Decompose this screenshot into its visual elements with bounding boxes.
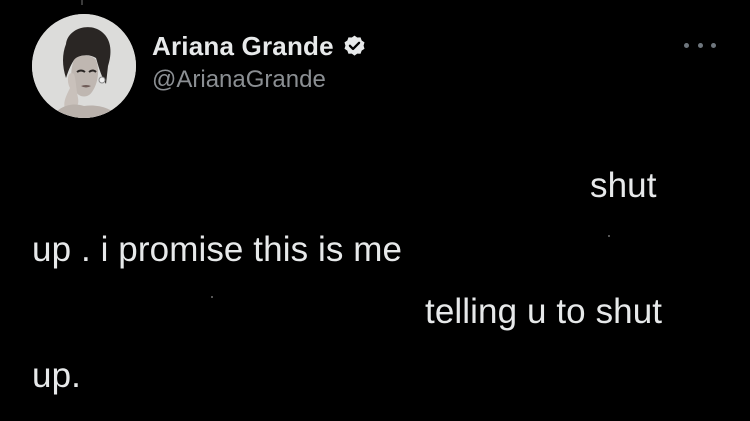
tweet: Ariana Grande @ArianaGrande shut up . i … bbox=[0, 0, 750, 421]
avatar[interactable] bbox=[32, 14, 136, 118]
tweet-text-line: up. bbox=[32, 356, 81, 395]
speck bbox=[608, 235, 610, 237]
tweet-text-line: up . i promise this is me bbox=[32, 230, 403, 269]
user-handle[interactable]: @ArianaGrande bbox=[152, 66, 367, 94]
verified-badge-icon bbox=[342, 34, 367, 59]
speck bbox=[211, 296, 213, 298]
more-options-icon[interactable] bbox=[684, 38, 716, 52]
tweet-text-line: telling u to shut bbox=[425, 292, 663, 331]
author-block[interactable]: Ariana Grande @ArianaGrande bbox=[152, 30, 367, 94]
display-name[interactable]: Ariana Grande bbox=[152, 31, 334, 62]
avatar-portrait bbox=[32, 14, 136, 118]
more-dot bbox=[711, 42, 716, 48]
name-row: Ariana Grande bbox=[152, 30, 367, 62]
more-dot bbox=[684, 42, 689, 48]
tweet-text-line: shut bbox=[590, 166, 657, 205]
thread-connector bbox=[81, 0, 83, 5]
more-dot bbox=[697, 42, 703, 48]
